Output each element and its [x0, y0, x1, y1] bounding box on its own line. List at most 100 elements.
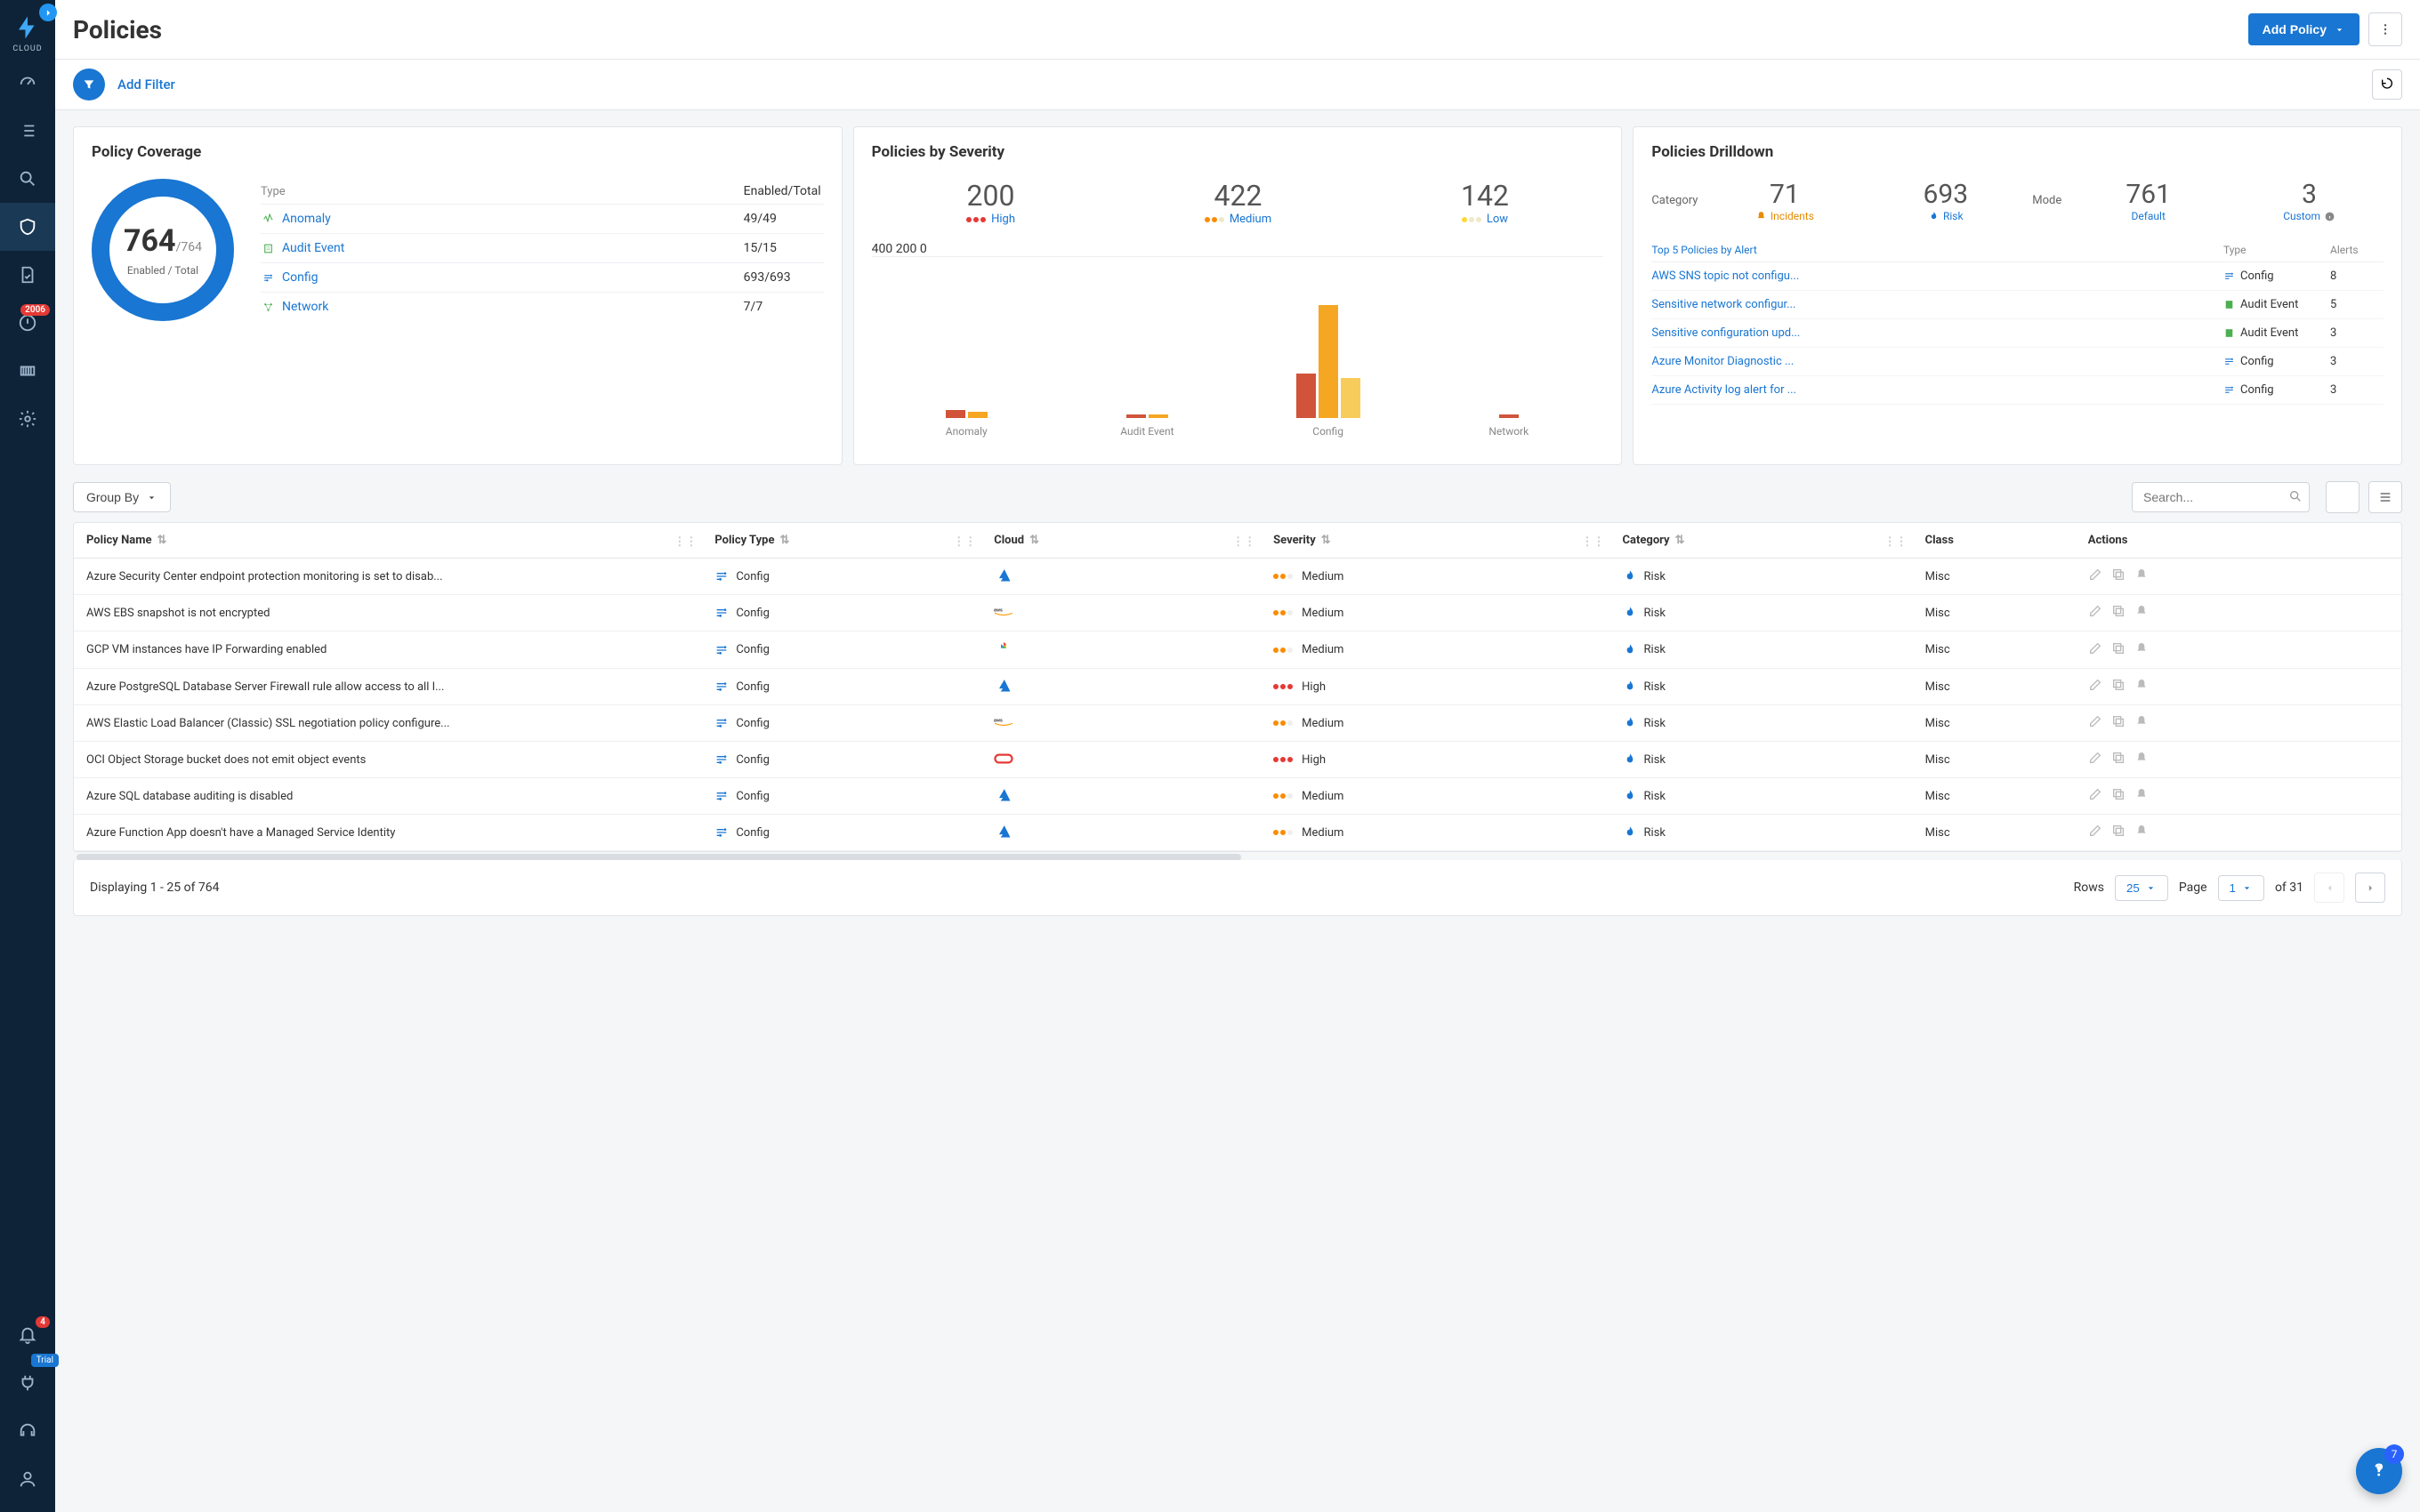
alert-action[interactable]	[2134, 787, 2149, 805]
page-select[interactable]: 1	[2218, 875, 2264, 901]
bar-low[interactable]	[1341, 378, 1360, 418]
sidebar-item-inventory[interactable]	[0, 107, 55, 155]
coverage-type-row[interactable]: Network7/7	[261, 292, 824, 321]
sidebar-item-account[interactable]	[0, 1455, 55, 1503]
drilldown-row[interactable]: Sensitive configuration upd... Audit Eve…	[1651, 319, 2384, 348]
sidebar-item-alerts[interactable]: 2006	[0, 299, 55, 347]
edit-action[interactable]	[2088, 787, 2102, 805]
bar-medium[interactable]	[968, 412, 988, 418]
dd-default-stat[interactable]: 761 Default	[2074, 179, 2222, 222]
azure-icon	[994, 567, 1013, 582]
alert-action[interactable]	[2134, 567, 2149, 585]
cell-cloud	[981, 631, 1261, 669]
bar-medium[interactable]	[1319, 305, 1338, 418]
table-row[interactable]: Azure PostgreSQL Database Server Firewal…	[74, 669, 2401, 705]
edit-action[interactable]	[2088, 824, 2102, 841]
sidebar-item-settings[interactable]	[0, 395, 55, 443]
edit-action[interactable]	[2088, 604, 2102, 622]
bar-high[interactable]	[1499, 414, 1519, 418]
col-cloud[interactable]: Cloud⇅⋮⋮	[981, 523, 1261, 559]
alert-action[interactable]	[2134, 604, 2149, 622]
drilldown-row[interactable]: Azure Activity log alert for ... Config3	[1651, 376, 2384, 405]
reset-filters-button[interactable]	[2372, 69, 2402, 100]
col-category[interactable]: Category⇅⋮⋮	[1610, 523, 1913, 559]
table-row[interactable]: AWS Elastic Load Balancer (Classic) SSL …	[74, 705, 2401, 742]
sidebar: CLOUD 2006 4	[0, 0, 55, 1512]
sidebar-item-notifications[interactable]: 4	[0, 1311, 55, 1359]
bar-medium[interactable]	[1149, 414, 1168, 418]
severity-stat-medium[interactable]: 422 Medium	[1205, 179, 1271, 226]
sidebar-item-containers[interactable]	[0, 347, 55, 395]
bar-high[interactable]	[1126, 414, 1146, 418]
table-row[interactable]: Azure Function App doesn't have a Manage…	[74, 815, 2401, 851]
alert-action[interactable]	[2134, 714, 2149, 732]
dd-custom-stat[interactable]: 3 Custom	[2235, 179, 2384, 222]
rows-per-page-select[interactable]: 25	[2115, 875, 2168, 901]
sidebar-item-integrations[interactable]: Trial	[0, 1359, 55, 1407]
alert-action[interactable]	[2134, 641, 2149, 659]
sidebar-item-policies[interactable]	[0, 203, 55, 251]
drilldown-row[interactable]: Sensitive network configur... Audit Even…	[1651, 291, 2384, 319]
table-row[interactable]: GCP VM instances have IP Forwarding enab…	[74, 631, 2401, 669]
table-row[interactable]: Azure Security Center endpoint protectio…	[74, 559, 2401, 595]
coverage-type-row[interactable]: Config693/693	[261, 262, 824, 292]
copy-action[interactable]	[2111, 604, 2126, 622]
bar-high[interactable]	[946, 410, 965, 418]
col-policy-name[interactable]: Policy Name⇅⋮⋮	[74, 523, 702, 559]
sidebar-item-dashboard[interactable]	[0, 59, 55, 107]
severity-stat-high[interactable]: 200 High	[966, 179, 1015, 226]
drilldown-stats: Category 71 Incidents 693 Risk Mode 761	[1651, 179, 2384, 222]
copy-action[interactable]	[2111, 824, 2126, 841]
col-class[interactable]: Class	[1913, 523, 2076, 559]
edit-action[interactable]	[2088, 751, 2102, 768]
add-filter-link[interactable]: Add Filter	[117, 76, 175, 92]
prev-page-button[interactable]	[2314, 873, 2344, 903]
cell-policy-type: Config	[702, 778, 981, 815]
sidebar-expand-chevron[interactable]	[39, 4, 57, 21]
table-row[interactable]: Azure SQL database auditing is disabled …	[74, 778, 2401, 815]
alert-action[interactable]	[2134, 678, 2149, 696]
columns-button[interactable]	[2368, 481, 2402, 513]
col-policy-type[interactable]: Policy Type⇅⋮⋮	[702, 523, 981, 559]
download-button[interactable]	[2326, 481, 2360, 513]
next-page-button[interactable]	[2355, 873, 2385, 903]
edit-action[interactable]	[2088, 641, 2102, 659]
severity-stat-low[interactable]: 142 Low	[1461, 179, 1509, 226]
dd-incidents-stat[interactable]: 71 Incidents	[1710, 179, 1859, 222]
add-policy-button[interactable]: Add Policy	[2248, 13, 2360, 45]
copy-action[interactable]	[2111, 714, 2126, 732]
dd-risk-stat[interactable]: 693 Risk	[1871, 179, 2020, 222]
severity-card-title: Policies by Severity	[872, 143, 1604, 161]
group-by-button[interactable]: Group By	[73, 482, 171, 512]
copy-action[interactable]	[2111, 787, 2126, 805]
cell-actions	[2076, 559, 2401, 595]
filter-icon-button[interactable]	[73, 68, 105, 101]
bar-group: Network	[1432, 257, 1585, 418]
sidebar-item-investigate[interactable]	[0, 155, 55, 203]
edit-action[interactable]	[2088, 678, 2102, 696]
table-row[interactable]: AWS EBS snapshot is not encrypted Config…	[74, 595, 2401, 631]
filter-bar: Add Filter	[55, 60, 2420, 110]
copy-action[interactable]	[2111, 641, 2126, 659]
help-fab[interactable]: ? 7	[2356, 1448, 2402, 1494]
copy-action[interactable]	[2111, 678, 2126, 696]
search-input[interactable]	[2132, 482, 2310, 512]
alert-action[interactable]	[2134, 751, 2149, 768]
edit-action[interactable]	[2088, 567, 2102, 585]
sidebar-item-support[interactable]	[0, 1407, 55, 1455]
drilldown-row[interactable]: AWS SNS topic not configu... Config8	[1651, 262, 2384, 291]
edit-action[interactable]	[2088, 714, 2102, 732]
coverage-type-row[interactable]: Audit Event15/15	[261, 233, 824, 262]
sidebar-item-compliance[interactable]	[0, 251, 55, 299]
bar-high[interactable]	[1296, 374, 1316, 418]
drilldown-row[interactable]: Azure Monitor Diagnostic ... Config3	[1651, 348, 2384, 376]
coverage-type-row[interactable]: Anomaly49/49	[261, 204, 824, 233]
copy-action[interactable]	[2111, 751, 2126, 768]
col-severity[interactable]: Severity⇅⋮⋮	[1261, 523, 1609, 559]
cell-policy-name: GCP VM instances have IP Forwarding enab…	[74, 631, 702, 669]
alert-action[interactable]	[2134, 824, 2149, 841]
severity-medium-num: 422	[1205, 179, 1271, 213]
table-row[interactable]: OCI Object Storage bucket does not emit …	[74, 742, 2401, 778]
kebab-menu-button[interactable]	[2368, 12, 2402, 46]
copy-action[interactable]	[2111, 567, 2126, 585]
